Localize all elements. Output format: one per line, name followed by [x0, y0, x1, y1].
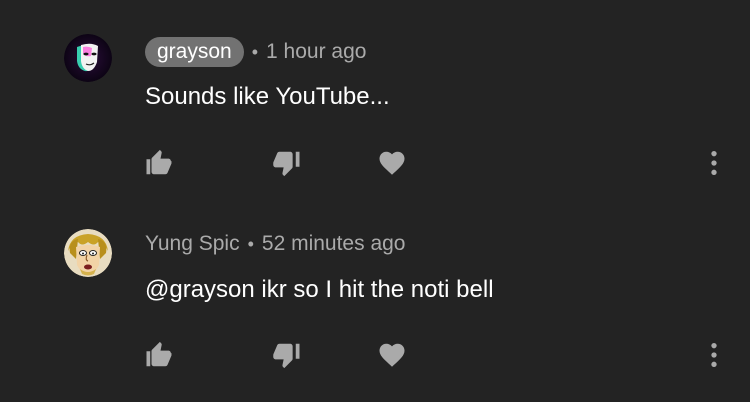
- comment-time: 52 minutes ago: [261, 232, 406, 255]
- like-button[interactable]: [143, 147, 175, 179]
- more-options-button[interactable]: [698, 339, 730, 371]
- thumbs-up-icon: [146, 341, 172, 367]
- theater-mask-avatar-icon: [64, 34, 112, 82]
- heart-icon: [379, 151, 405, 175]
- heart-button[interactable]: [376, 339, 408, 371]
- comment-text: @grayson ikr so I hit the noti bell: [145, 276, 494, 303]
- dislike-button[interactable]: [271, 147, 303, 179]
- avatar[interactable]: [64, 229, 112, 277]
- comment-text: Sounds like YouTube...: [145, 83, 390, 110]
- dislike-button[interactable]: [271, 339, 303, 371]
- comment-item: Yung Spic • 52 minutes ago @grayson ikr …: [0, 190, 750, 390]
- comment-time: 1 hour ago: [266, 40, 367, 63]
- heart-button[interactable]: [376, 147, 408, 179]
- comment-author[interactable]: grayson: [145, 37, 244, 67]
- comment-author[interactable]: Yung Spic: [145, 232, 240, 256]
- comment-meta: Yung Spic • 52 minutes ago: [145, 229, 406, 259]
- avatar[interactable]: [64, 34, 112, 82]
- like-button[interactable]: [143, 339, 175, 371]
- heart-icon: [379, 343, 405, 367]
- cartoon-face-avatar-icon: [64, 229, 112, 277]
- more-vertical-icon: [711, 151, 717, 175]
- thumbs-up-icon: [146, 149, 172, 175]
- separator-dot: •: [247, 233, 254, 254]
- more-options-button[interactable]: [698, 147, 730, 179]
- thumbs-down-icon: [273, 343, 300, 369]
- comment-actions: [0, 335, 750, 375]
- comment-actions: [0, 143, 750, 183]
- more-vertical-icon: [711, 343, 717, 367]
- separator-dot: •: [251, 41, 259, 62]
- comment-item: grayson • 1 hour ago Sounds like YouTube…: [0, 0, 750, 200]
- comment-meta: grayson • 1 hour ago: [145, 37, 366, 67]
- thumbs-down-icon: [273, 151, 300, 177]
